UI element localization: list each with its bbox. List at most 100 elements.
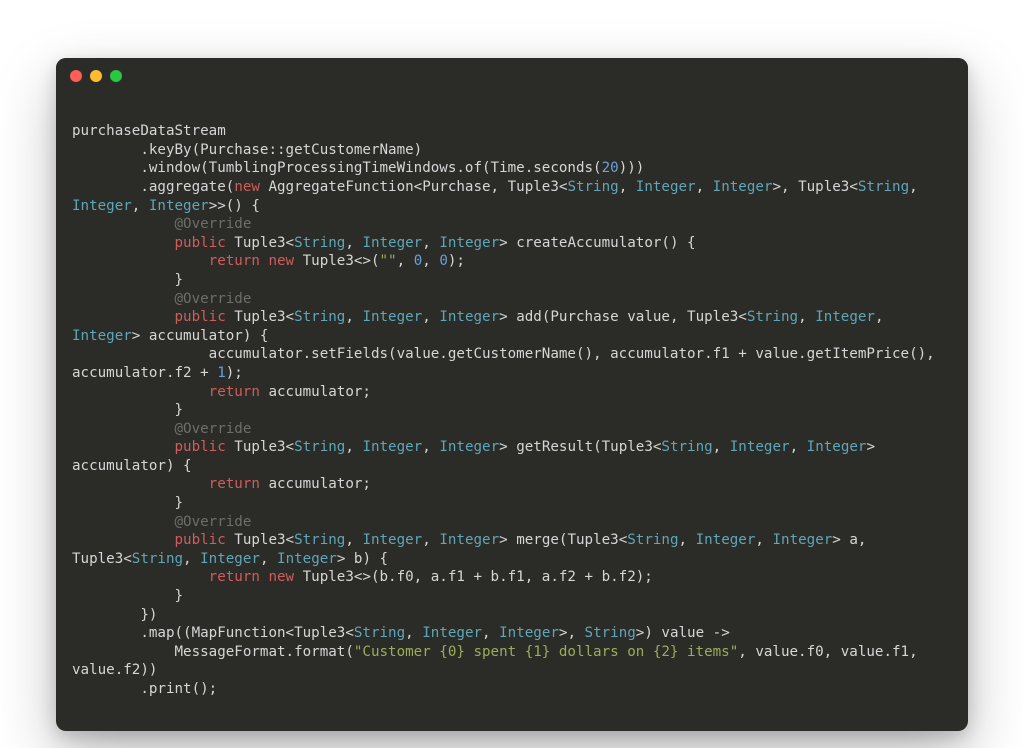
code-token [72, 291, 175, 307]
code-token: 20 [602, 160, 619, 176]
code-token: > add(Purchase value, Tuple3< [499, 309, 747, 325]
code-token: , [345, 235, 362, 251]
code-token: Tuple3<>( [294, 253, 379, 269]
code-token: , [422, 532, 439, 548]
code-token [72, 384, 209, 400]
code-token: MessageFormat.format( [72, 644, 354, 660]
code-token: , [679, 532, 696, 548]
code-token: Integer [439, 235, 499, 251]
code-token: return [209, 569, 260, 585]
code-token [72, 309, 175, 325]
code-token: public [175, 532, 226, 548]
minimize-icon[interactable] [90, 70, 102, 82]
code-token [72, 532, 175, 548]
code-token: Integer [362, 532, 422, 548]
code-token: , [260, 551, 277, 567]
code-token: @Override [175, 291, 252, 307]
code-token [72, 235, 175, 251]
code-token: purchaseDataStream [72, 123, 226, 139]
code-token: String [585, 625, 636, 641]
code-window: purchaseDataStream .keyBy(Purchase::getC… [56, 58, 968, 731]
code-token: , [713, 439, 730, 455]
code-token: , [345, 439, 362, 455]
code-block: purchaseDataStream .keyBy(Purchase::getC… [56, 108, 968, 716]
close-icon[interactable] [70, 70, 82, 82]
code-token: Integer [439, 532, 499, 548]
code-token: , [422, 235, 439, 251]
code-token: Tuple3< [226, 309, 294, 325]
code-token: ); [448, 253, 465, 269]
code-token: public [175, 235, 226, 251]
code-token: Integer [696, 532, 756, 548]
zoom-icon[interactable] [110, 70, 122, 82]
code-token [72, 569, 209, 585]
code-token: .aggregate( [72, 179, 234, 195]
code-token: return [209, 384, 260, 400]
code-token: , [790, 439, 807, 455]
code-token: accumulator.setFields(value.getCustomerN… [72, 346, 943, 381]
code-token: Tuple3<>(b.f0, a.f1 + b.f1, a.f2 + b.f2)… [294, 569, 653, 585]
code-token: > merge(Tuple3< [499, 532, 627, 548]
code-token: String [294, 532, 345, 548]
code-token: ))) [619, 160, 645, 176]
code-token: new [268, 569, 294, 585]
code-token: "Customer {0} spent {1} dollars on {2} i… [354, 644, 738, 660]
code-token: String [132, 551, 183, 567]
code-token: public [175, 439, 226, 455]
code-token: String [354, 625, 405, 641]
code-token: Integer [277, 551, 337, 567]
code-token: Integer [72, 198, 132, 214]
code-token: Integer [713, 179, 773, 195]
code-token: 1 [217, 365, 226, 381]
code-token [72, 421, 175, 437]
code-token: , [132, 198, 149, 214]
code-token: >>() { [209, 198, 260, 214]
code-token: Tuple3< [226, 532, 294, 548]
code-token: } [72, 495, 183, 511]
code-token: @Override [175, 421, 252, 437]
code-token: 0 [414, 253, 423, 269]
code-token: > b) { [337, 551, 388, 567]
code-token: String [294, 439, 345, 455]
code-token [72, 476, 209, 492]
code-token: Integer [815, 309, 875, 325]
code-token: , [422, 253, 439, 269]
code-token: Integer [422, 625, 482, 641]
code-token: .print(); [72, 681, 217, 697]
code-token: Integer [362, 309, 422, 325]
code-token: } [72, 588, 183, 604]
code-token: , [345, 532, 362, 548]
code-token: , [696, 179, 713, 195]
code-token [72, 253, 209, 269]
code-token: , [183, 551, 200, 567]
code-token: accumulator; [260, 476, 371, 492]
code-token: , [422, 309, 439, 325]
code-token: Integer [362, 235, 422, 251]
code-token: Integer [636, 179, 696, 195]
code-token: .map((MapFunction<Tuple3< [72, 625, 354, 641]
code-token: @Override [175, 216, 252, 232]
code-token: @Override [175, 514, 252, 530]
code-token: String [747, 309, 798, 325]
code-token: , [798, 309, 815, 325]
code-token: Integer [149, 198, 209, 214]
window-titlebar [56, 58, 968, 94]
code-token: , [482, 625, 499, 641]
code-token: 0 [439, 253, 448, 269]
code-token: >, Tuple3< [772, 179, 857, 195]
code-token: >, [559, 625, 585, 641]
code-token: Integer [200, 551, 260, 567]
code-token: String [661, 439, 712, 455]
code-token [72, 216, 175, 232]
code-token: String [294, 309, 345, 325]
code-token: new [234, 179, 260, 195]
code-token: , [405, 625, 422, 641]
code-token: ); [226, 365, 243, 381]
code-token: , [397, 253, 414, 269]
code-token: Integer [807, 439, 867, 455]
code-token: Integer [72, 328, 132, 344]
code-token: accumulator; [260, 384, 371, 400]
code-token: Integer [439, 309, 499, 325]
code-token: String [858, 179, 909, 195]
code-token: > getResult(Tuple3< [499, 439, 661, 455]
